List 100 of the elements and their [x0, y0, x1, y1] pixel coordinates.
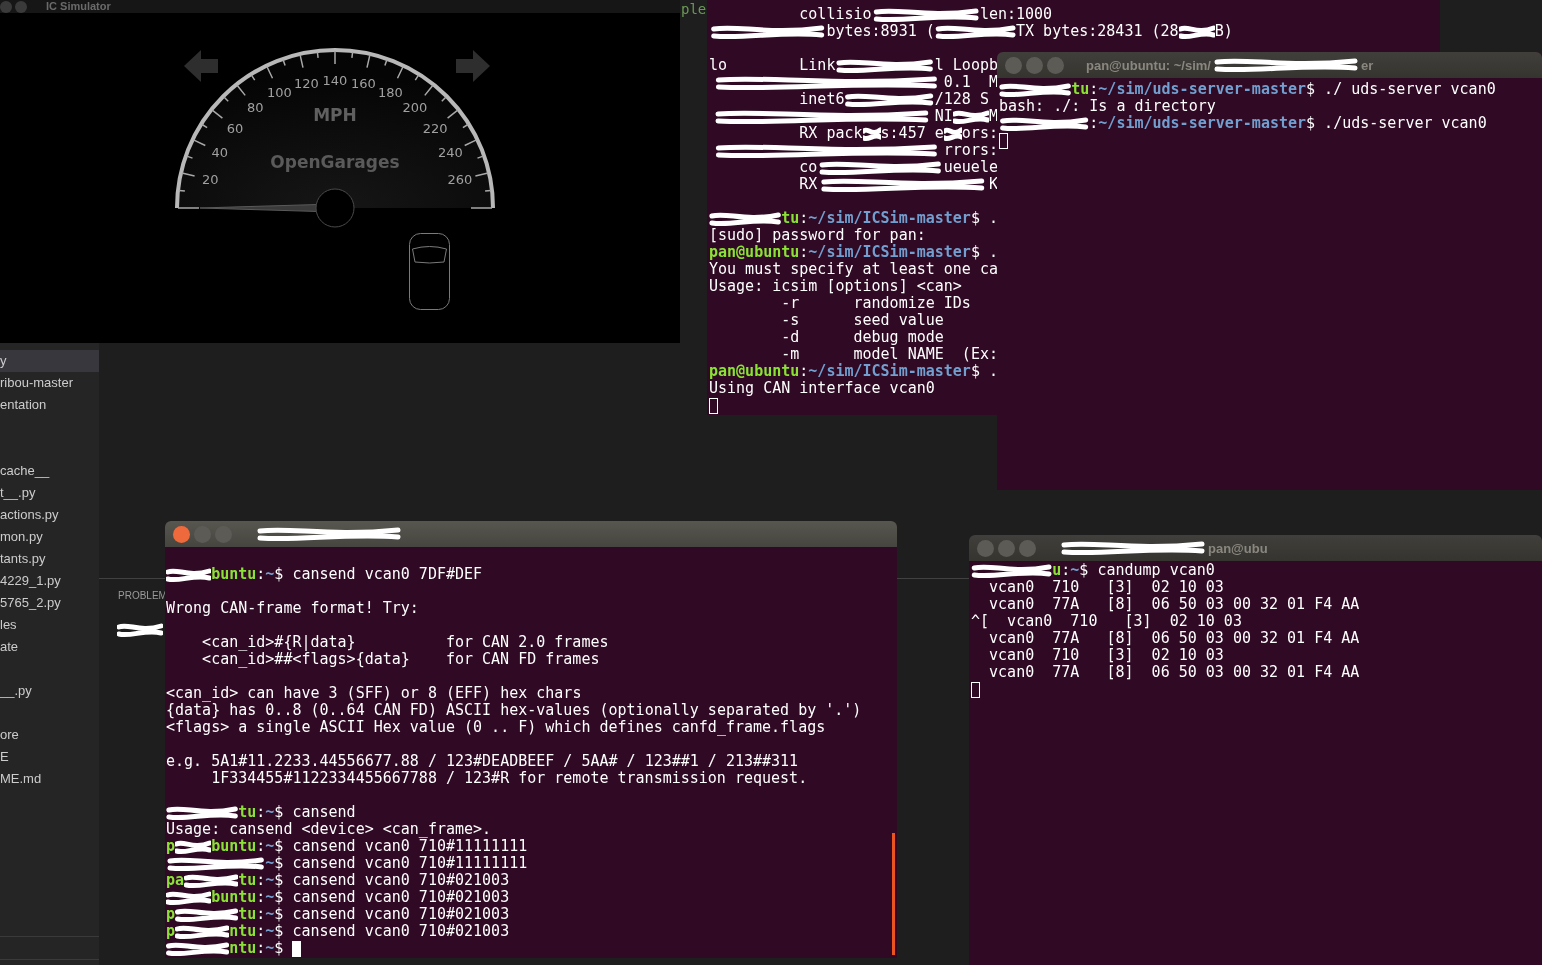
speed-label: 40 [211, 145, 228, 160]
output-text: bash: ./: Is a directory [999, 98, 1216, 115]
redaction-scribble [166, 940, 230, 957]
file-tree-item[interactable]: mon.py [0, 526, 45, 548]
prompt-text: pa [166, 872, 185, 889]
redaction-scribble [117, 622, 163, 638]
output-text: [sudo] password for pan: [709, 227, 926, 244]
output-text: NI [934, 108, 953, 125]
redaction-scribble [175, 923, 230, 940]
redaction-scribble [1178, 23, 1215, 40]
file-tree-item[interactable]: 5765_2.py [0, 592, 63, 614]
output-text: inet6 [799, 91, 845, 108]
speed-label: 200 [402, 100, 428, 116]
close-button[interactable] [173, 525, 190, 543]
prompt-text: p [166, 923, 176, 940]
speed-label: 220 [422, 120, 448, 136]
maximize-button[interactable] [1019, 539, 1036, 557]
speed-label: 80 [246, 100, 264, 116]
speed-label: 140 [322, 72, 348, 88]
output-text: vcan0 710 [3] 02 10 03 [989, 579, 1224, 596]
prompt-text: :~/sim/uds-server-master$ ./uds-server vcan0 [1089, 115, 1487, 132]
close-button[interactable] [0, 0, 12, 13]
output-text: <can_id>#{R|data} for CAN 2.0 frames [202, 634, 609, 651]
output-text: s:457 e [880, 125, 944, 142]
window-title: pan@ubuntu: ~/sim/ [1086, 57, 1211, 73]
prompt-text: p [166, 838, 176, 855]
prompt-text: buntu:~$ cansend vcan0 710#11111111 [211, 838, 528, 855]
close-button[interactable] [977, 539, 994, 557]
minimize-button[interactable] [15, 0, 27, 13]
file-tree-item[interactable]: t__.py [0, 482, 38, 504]
file-tree-item[interactable]: E [0, 746, 11, 768]
output-text: TX bytes:28431 (28 [1016, 23, 1179, 40]
output-text: co [799, 159, 818, 176]
output-text: -s seed value [781, 312, 944, 329]
prompt-text: tu:~$ cansend vcan0 710#021003 [238, 906, 510, 923]
file-tree-item[interactable]: actions.py [0, 504, 61, 526]
prompt-text: pan@ubuntu:~/sim/ICSim-master$ . [709, 244, 998, 261]
unit-label: MPH [313, 105, 357, 125]
output-text: -m model NAME (Ex: [781, 346, 998, 363]
needle-hub [315, 188, 355, 228]
output-text: {data} has 0..8 (0..64 CAN FD) ASCII hex-values (optionally separated by '.') [166, 702, 862, 719]
output-text: 0.1 M [943, 74, 998, 91]
minimize-button[interactable] [998, 539, 1015, 557]
output-text: len:1000 [979, 6, 1053, 23]
output-text: Usage: cansend <device> <can_frame>. [166, 821, 492, 838]
prompt-text: pan@ubuntu:~/sim/ICSim-master$ . [709, 363, 998, 380]
prompt-text: u:~$ candump vcan0 [1052, 562, 1215, 579]
file-tree-item[interactable]: cache__ [0, 460, 52, 482]
output-text: vcan0 77A [8] 06 50 03 00 32 01 F4 AA [989, 630, 1360, 647]
output-text: 1F334455#1122334455667788 / 123#R for remote transmission request. [211, 770, 808, 787]
maximize-button[interactable] [1047, 56, 1064, 74]
prompt-text: buntu:~$ cansend vcan0 7DF#DEF [211, 566, 483, 583]
output-text: rrors: [943, 142, 998, 159]
prompt-text: tu:~$ cansend [238, 804, 356, 821]
prompt-text: ~$ cansend vcan0 710#11111111 [265, 855, 528, 872]
prompt-text: p [166, 906, 176, 923]
output-text: Wrong CAN-frame format! Try: [166, 600, 419, 617]
output-text: <can_id> can have 3 (SFF) or 8 (EFF) hex chars [166, 685, 582, 702]
output-text: l Loopb [934, 57, 998, 74]
file-tree-item[interactable]: y [0, 350, 99, 372]
minimize-button[interactable] [1026, 56, 1043, 74]
output-text: bytes:8931 ( [826, 23, 935, 40]
scrollbar[interactable] [892, 833, 895, 955]
output-text: ^[ vcan0 710 [3] 02 10 03 [971, 613, 1242, 630]
window-title: pan@ubu [1208, 540, 1268, 556]
file-tree-item[interactable]: entation [0, 394, 49, 416]
output-text: You must specify at least one ca [709, 261, 998, 278]
file-tree-item[interactable]: ME.md [0, 768, 44, 790]
file-tree-item[interactable]: ate [0, 636, 21, 658]
file-tree-item[interactable]: tants.py [0, 548, 48, 570]
file-tree-item[interactable]: 4229_1.py [0, 570, 63, 592]
close-button[interactable] [1005, 56, 1022, 74]
prompt-text: tu:~$ cansend vcan0 710#021003 [238, 872, 510, 889]
prompt-text: buntu:~$ cansend vcan0 710#021003 [211, 889, 510, 906]
redaction-scribble [175, 906, 239, 923]
prompt-text: tu:~/sim/ICSim-master$ . [781, 210, 998, 227]
output-text: <can_id>##<flags>{data} for CAN FD frames [202, 651, 600, 668]
window-title: er [1361, 57, 1374, 73]
speed-label: 180 [378, 85, 403, 101]
output-text: vcan0 77A [8] 06 50 03 00 32 01 F4 AA [989, 596, 1360, 613]
file-tree-item[interactable]: ore [0, 724, 21, 746]
speed-label: 240 [437, 145, 463, 160]
speed-label: 260 [447, 172, 473, 187]
file-tree-item[interactable]: __.py [0, 680, 34, 702]
speed-label: 100 [267, 85, 292, 101]
output-text: B) [1214, 23, 1233, 40]
output-text: Usage: icsim [options] <can> [709, 278, 962, 295]
output-text: /128 S [934, 91, 989, 108]
output-text: M [988, 108, 998, 125]
speed-label: 60 [226, 120, 244, 136]
car-icon [409, 233, 450, 310]
file-tree-item[interactable]: ribou-master [0, 372, 75, 394]
prompt-text: tu:~/sim/uds-server-master$ ./ uds-server vcan0 [1071, 81, 1496, 98]
editor-text: ple [681, 2, 707, 16]
redaction-scribble [166, 889, 212, 906]
file-tree-item[interactable]: les [0, 614, 19, 636]
redaction-scribble [166, 566, 212, 583]
speed-label: 120 [294, 75, 319, 91]
output-text: vcan0 77A [8] 06 50 03 00 32 01 F4 AA [989, 664, 1360, 681]
output-text: lo Link [709, 57, 836, 74]
